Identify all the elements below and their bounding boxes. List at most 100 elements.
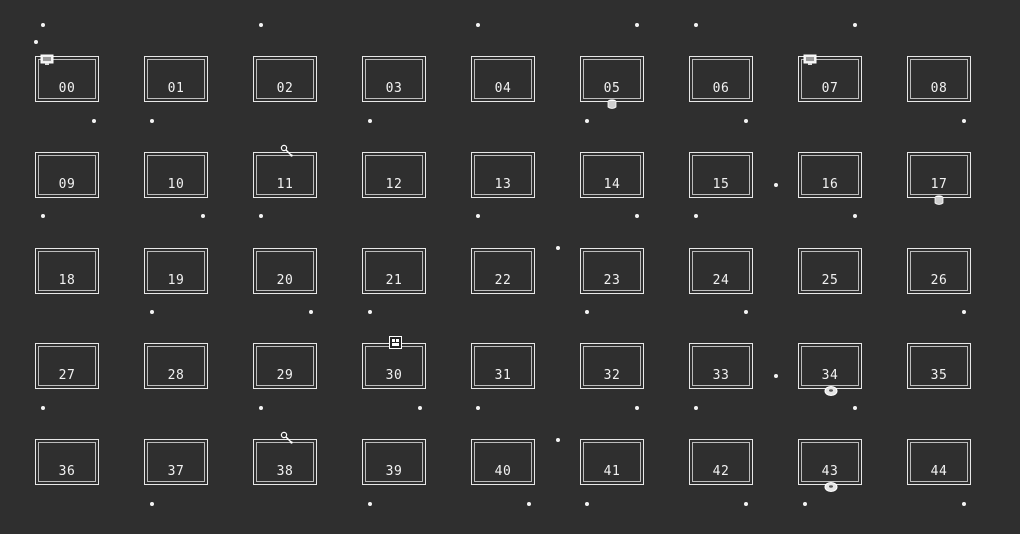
room-22: 22 xyxy=(471,248,535,294)
room-13: 13 xyxy=(471,152,535,198)
room-27: 27 xyxy=(35,343,99,389)
room-26: 26 xyxy=(907,248,971,294)
pellet-dot xyxy=(476,214,480,218)
pellet-dot xyxy=(150,119,154,123)
room-36: 36 xyxy=(35,439,99,485)
room-label: 40 xyxy=(494,464,512,479)
room-label: 23 xyxy=(603,273,621,288)
room-19: 19 xyxy=(144,248,208,294)
room-label: 02 xyxy=(276,81,294,96)
room-label: 12 xyxy=(385,177,403,192)
room-label: 19 xyxy=(167,273,185,288)
pellet-dot xyxy=(853,23,857,27)
room-label: 41 xyxy=(603,464,621,479)
pellet-dot xyxy=(853,214,857,218)
room-01: 01 xyxy=(144,56,208,102)
pellet-dot xyxy=(585,310,589,314)
room-label: 38 xyxy=(276,464,294,479)
room-04: 04 xyxy=(471,56,535,102)
room-28: 28 xyxy=(144,343,208,389)
pellet-dot xyxy=(635,406,639,410)
pellet-dot xyxy=(744,310,748,314)
room-label: 04 xyxy=(494,81,512,96)
pellet-dot xyxy=(309,310,313,314)
room-41: 41 xyxy=(580,439,644,485)
room-42: 42 xyxy=(689,439,753,485)
room-label: 21 xyxy=(385,273,403,288)
room-label: 42 xyxy=(712,464,730,479)
room-31: 31 xyxy=(471,343,535,389)
room-23: 23 xyxy=(580,248,644,294)
pellet-dot xyxy=(774,183,778,187)
room-14: 14 xyxy=(580,152,644,198)
pellet-dot xyxy=(744,119,748,123)
donut-icon[interactable] xyxy=(824,478,838,497)
room-label: 33 xyxy=(712,368,730,383)
room-label: 00 xyxy=(58,81,76,96)
pellet-dot xyxy=(476,406,480,410)
pellet-dot xyxy=(527,502,531,506)
room-label: 36 xyxy=(58,464,76,479)
pellet-dot xyxy=(150,310,154,314)
room-label: 14 xyxy=(603,177,621,192)
room-label: 25 xyxy=(821,273,839,288)
room-label: 22 xyxy=(494,273,512,288)
donut-icon[interactable] xyxy=(824,382,838,401)
pellet-dot xyxy=(368,119,372,123)
room-18: 18 xyxy=(35,248,99,294)
drumstick-icon[interactable] xyxy=(280,430,294,449)
room-35: 35 xyxy=(907,343,971,389)
room-33: 33 xyxy=(689,343,753,389)
room-08: 08 xyxy=(907,56,971,102)
room-25: 25 xyxy=(798,248,862,294)
pellet-dot xyxy=(41,23,45,27)
monitor-icon[interactable] xyxy=(803,51,817,70)
pellet-dot xyxy=(368,502,372,506)
room-label: 03 xyxy=(385,81,403,96)
room-label: 01 xyxy=(167,81,185,96)
room-label: 35 xyxy=(930,368,948,383)
pellet-dot xyxy=(803,502,807,506)
room-label: 34 xyxy=(821,368,839,383)
pellet-dot xyxy=(585,502,589,506)
room-label: 18 xyxy=(58,273,76,288)
pellet-dot xyxy=(34,40,38,44)
pellet-dot xyxy=(259,214,263,218)
room-10: 10 xyxy=(144,152,208,198)
drumstick-icon[interactable] xyxy=(280,143,294,162)
room-20: 20 xyxy=(253,248,317,294)
pellet-dot xyxy=(368,310,372,314)
pellet-dot xyxy=(962,119,966,123)
game-board: 00 01 02 03 04 05 06 07 08 09 10 11 12 13 14 15 16 17 18 19… xyxy=(0,0,1020,534)
pellet-dot xyxy=(635,214,639,218)
pellet-dot xyxy=(744,502,748,506)
pellet-dot xyxy=(41,406,45,410)
pellet-dot xyxy=(962,502,966,506)
room-02: 02 xyxy=(253,56,317,102)
framed-picture-icon[interactable] xyxy=(389,334,402,353)
room-12: 12 xyxy=(362,152,426,198)
cup-icon[interactable] xyxy=(933,191,945,210)
room-label: 15 xyxy=(712,177,730,192)
pellet-dot xyxy=(201,214,205,218)
room-label: 24 xyxy=(712,273,730,288)
room-label: 09 xyxy=(58,177,76,192)
room-label: 05 xyxy=(603,81,621,96)
pellet-dot xyxy=(259,406,263,410)
cup-icon[interactable] xyxy=(606,95,618,114)
room-label: 07 xyxy=(821,81,839,96)
room-06: 06 xyxy=(689,56,753,102)
pellet-dot xyxy=(92,119,96,123)
pellet-dot xyxy=(41,214,45,218)
pellet-dot xyxy=(774,374,778,378)
room-label: 32 xyxy=(603,368,621,383)
pellet-dot xyxy=(150,502,154,506)
room-39: 39 xyxy=(362,439,426,485)
room-label: 20 xyxy=(276,273,294,288)
room-label: 31 xyxy=(494,368,512,383)
room-label: 30 xyxy=(385,368,403,383)
monitor-icon[interactable] xyxy=(40,51,54,70)
room-15: 15 xyxy=(689,152,753,198)
room-37: 37 xyxy=(144,439,208,485)
pellet-dot xyxy=(694,406,698,410)
